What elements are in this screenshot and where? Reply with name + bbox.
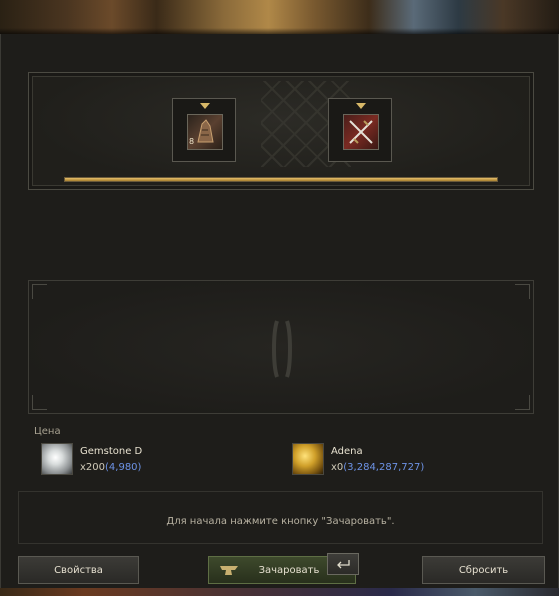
hint-box: Для начала нажмите кнопку "Зачаровать". xyxy=(18,491,543,544)
corner-ornament xyxy=(32,284,47,299)
emblem-icon xyxy=(272,320,292,378)
weapon-slot[interactable] xyxy=(328,98,392,162)
enchant-progress-bar xyxy=(64,177,498,182)
scroll-glyph-icon xyxy=(197,119,214,143)
slot-marker-icon xyxy=(356,103,366,109)
scroll-count: 8 xyxy=(189,137,195,146)
anvil-icon xyxy=(220,566,238,575)
corner-ornament xyxy=(515,284,530,299)
enter-return-icon xyxy=(337,560,350,569)
price-item-name: Adena xyxy=(331,446,363,457)
price-label: Цена xyxy=(34,426,61,437)
properties-button[interactable]: Свойства xyxy=(18,556,139,584)
reset-button-label: Сбросить xyxy=(458,564,509,576)
corner-ornament xyxy=(515,395,530,410)
price-item-qty: x200(4,980) xyxy=(80,462,142,473)
crossed-swords-icon[interactable] xyxy=(343,114,379,150)
corner-ornament xyxy=(32,395,47,410)
enchant-button-label: Зачаровать xyxy=(258,564,320,576)
character-artwork-strip xyxy=(0,0,559,34)
progress-fill xyxy=(65,178,497,181)
bottom-hud-strip xyxy=(0,588,559,596)
slot-marker-icon xyxy=(200,103,210,109)
enter-return-button[interactable] xyxy=(327,553,359,575)
reset-button[interactable]: Сбросить xyxy=(422,556,545,584)
hint-text: Для начала нажмите кнопку "Зачаровать". xyxy=(166,516,395,527)
enchant-slots-panel: 8 xyxy=(28,72,534,190)
result-panel xyxy=(28,280,534,414)
swords-glyph-icon xyxy=(349,120,373,144)
price-item-qty: x0(3,284,287,727) xyxy=(331,462,425,473)
adena-coins-icon[interactable] xyxy=(292,443,324,475)
properties-button-label: Свойства xyxy=(54,564,103,576)
enchant-window: 8 Цена Gemstone D x200(4,980) Adena x0(3… xyxy=(0,34,559,596)
price-item-name: Gemstone D xyxy=(80,446,143,457)
pearl-gemstone-icon[interactable] xyxy=(41,443,73,475)
scroll-slot[interactable]: 8 xyxy=(172,98,236,162)
